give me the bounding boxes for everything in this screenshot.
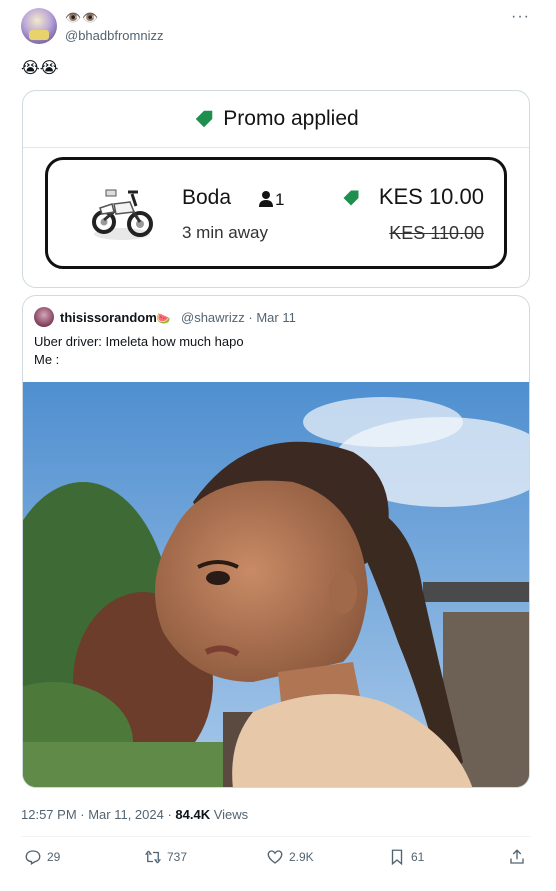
bookmark-icon (391, 849, 403, 866)
timestamp-text[interactable]: 12:57 PM · Mar 11, 2024 · (21, 807, 175, 822)
like-count: 2.9K (289, 850, 314, 864)
quoted-line-1: Uber driver: Imeleta how much hapo (34, 334, 244, 349)
promo-title: Promo applied (223, 107, 359, 130)
quoted-tweet[interactable]: thisissorandom🍉 @shawrizz · Mar 11 Uber … (22, 295, 530, 788)
quoted-display-name[interactable]: thisissorandom🍉 (60, 310, 171, 325)
person-icon (259, 191, 273, 207)
original-price: KES 110.00 (389, 223, 484, 243)
repost-icon (144, 850, 162, 864)
quoted-avatar[interactable] (34, 307, 54, 327)
bookmark-button[interactable]: 61 (388, 848, 424, 866)
like-icon (267, 850, 283, 864)
passenger-count: 1 (275, 190, 285, 209)
quoted-name-text: thisissorandom (60, 310, 157, 325)
reply-button[interactable]: 29 (24, 848, 60, 866)
bookmark-count: 61 (411, 850, 425, 864)
avatar[interactable] (21, 8, 57, 44)
ride-eta: 3 min away (182, 223, 268, 242)
action-bar: 29 737 2.9K 61 (24, 848, 534, 870)
share-button[interactable] (508, 848, 526, 866)
ride-option: Boda 1 3 min away KES 10.00 KES 110.00 (45, 157, 507, 269)
repost-button[interactable]: 737 (144, 848, 187, 866)
quoted-text: Uber driver: Imeleta how much hapo Me : (34, 333, 244, 369)
watermelon-emoji: 🍉 (156, 313, 171, 325)
more-icon[interactable]: ··· (511, 8, 530, 26)
views-label: Views (210, 807, 249, 822)
divider (21, 836, 531, 837)
repost-count: 737 (167, 850, 188, 864)
reply-icon (25, 850, 41, 865)
reply-count: 29 (47, 850, 61, 864)
tag-icon (196, 110, 213, 128)
like-button[interactable]: 2.9K (266, 848, 314, 866)
user-handle[interactable]: @bhadbfromnizz (65, 28, 163, 43)
promo-banner: Promo applied (23, 91, 529, 148)
promo-card-image: Promo applied Boda 1 3 min away KES 10.0… (22, 90, 530, 288)
motorcycle-icon (92, 189, 153, 240)
display-name[interactable]: 👁️👁️ (65, 10, 99, 26)
tweet-header: 👁️👁️ @bhadbfromnizz ··· (21, 8, 536, 48)
tweet-timestamp: 12:57 PM · Mar 11, 2024 · 84.4K Views (21, 807, 248, 822)
quoted-photo[interactable] (23, 382, 530, 788)
views-count: 84.4K (175, 807, 211, 822)
quoted-meta: @shawrizz · Mar 11 (181, 310, 296, 325)
quoted-line-2: Me : (34, 352, 60, 367)
share-icon (510, 849, 524, 864)
tag-icon (343, 190, 359, 206)
discounted-price: KES 10.00 (378, 184, 484, 209)
ride-name: Boda (182, 186, 232, 209)
tweet-text: 😭😭 (21, 60, 59, 77)
